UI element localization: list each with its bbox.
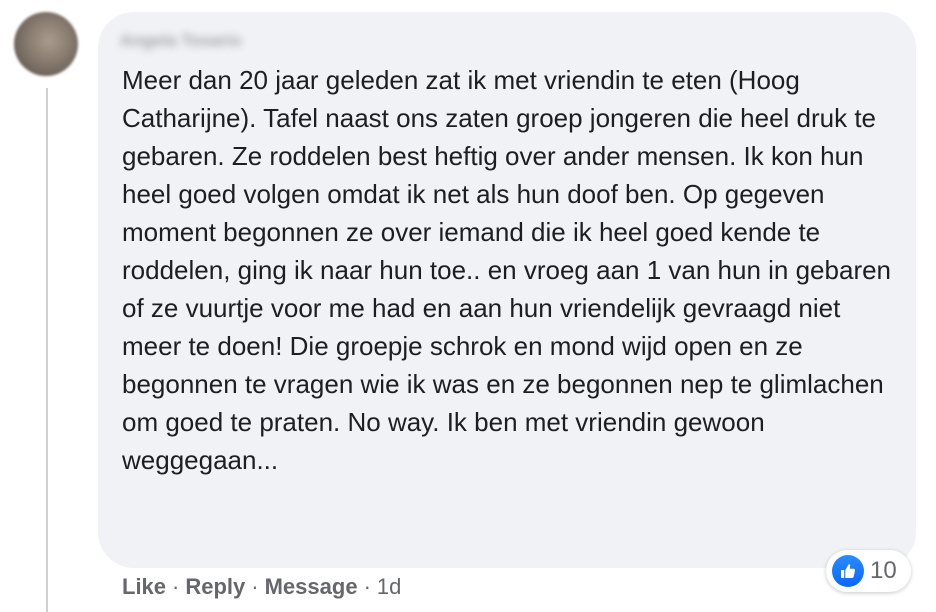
reply-button[interactable]: Reply xyxy=(185,574,245,599)
separator-dot: · xyxy=(251,574,259,599)
avatar[interactable] xyxy=(14,12,78,76)
comment-text: Meer dan 20 jaar geleden zat ik met vrie… xyxy=(122,65,892,475)
message-button[interactable]: Message xyxy=(265,574,358,599)
separator-dot: · xyxy=(172,574,180,599)
comment-author[interactable]: Angela Tosario xyxy=(120,31,242,51)
comment-timestamp[interactable]: 1d xyxy=(377,574,401,599)
separator-dot: · xyxy=(363,574,371,599)
like-thumbs-up-icon xyxy=(832,555,864,587)
reaction-summary[interactable]: 10 xyxy=(826,550,911,592)
like-button[interactable]: Like xyxy=(122,574,166,599)
thread-line xyxy=(46,88,48,612)
reaction-count: 10 xyxy=(870,557,897,584)
comment-actions: Like · Reply · Message · 1d xyxy=(122,574,401,600)
